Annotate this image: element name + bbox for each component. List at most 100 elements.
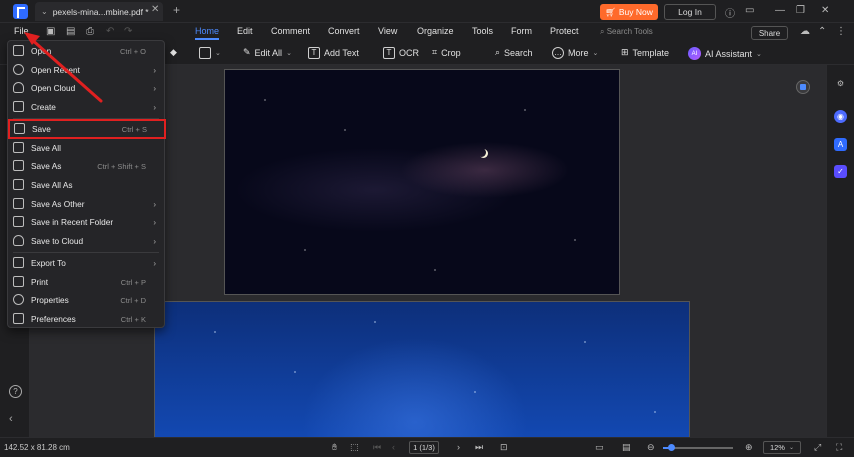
last-page-icon[interactable]: ⏭: [475, 442, 483, 453]
buy-now-button[interactable]: 🛒︎ Buy Now: [600, 4, 658, 20]
rectangle-icon: [199, 47, 211, 59]
search-button[interactable]: ⌕ Search: [495, 47, 533, 58]
add-text-label: Add Text: [324, 48, 359, 58]
file-menu-save-all-as[interactable]: Save All As: [8, 176, 164, 194]
add-text-button[interactable]: T Add Text: [308, 47, 359, 59]
folder-icon: [13, 216, 24, 227]
shape-tool[interactable]: ⌄: [199, 47, 221, 59]
fit-page-icon[interactable]: ⊡: [500, 442, 508, 453]
fullscreen-icon[interactable]: ⛶: [836, 442, 842, 453]
page-thumbnail-toggle-icon[interactable]: [796, 80, 810, 94]
file-menu-save-as-other[interactable]: Save As Other ›: [8, 195, 164, 213]
file-menu-export-to[interactable]: Export To ›: [8, 254, 164, 272]
page-display-icon[interactable]: ▤: [622, 442, 631, 453]
collapse-sidebar-icon[interactable]: ‹: [9, 413, 13, 425]
document-tab-title: pexels-mina...mbine.pdf *: [52, 6, 149, 17]
status-bar: 142.52 x 81.28 cm ✋︎ ⬚ ⏮ ‹ 1 (1/3) › ⏭ ⊡…: [0, 437, 854, 457]
menu-form[interactable]: Form: [511, 26, 532, 36]
close-window-icon[interactable]: ✕: [821, 5, 829, 16]
share-button[interactable]: Share: [751, 26, 788, 40]
file-menu-open-cloud[interactable]: Open Cloud ›: [8, 79, 164, 97]
page-layout-icon[interactable]: ▭: [595, 442, 604, 453]
menu-tools[interactable]: Tools: [472, 26, 493, 36]
file-menu-create[interactable]: Create ›: [8, 98, 164, 116]
crop-button[interactable]: ⌗ Crop: [432, 47, 461, 58]
more-options-icon[interactable]: ⋮: [836, 26, 846, 37]
select-tool-icon[interactable]: ⬚: [350, 442, 359, 453]
save-as-icon[interactable]: ▤: [66, 26, 75, 37]
print-icon[interactable]: ⎙: [86, 26, 94, 37]
more-label: More: [568, 48, 589, 58]
close-tab-icon[interactable]: ✕: [151, 4, 159, 15]
chat-icon[interactable]: ▭: [745, 5, 754, 16]
previous-page-icon[interactable]: ‹: [392, 442, 395, 452]
file-menu-print[interactable]: Print Ctrl + P: [8, 273, 164, 291]
help-icon[interactable]: ?: [9, 385, 22, 398]
chevron-right-icon: ›: [153, 102, 156, 112]
file-menu-properties-label: Properties: [31, 295, 69, 305]
settings-sliders-icon[interactable]: ⚙: [834, 77, 847, 90]
ocr-button[interactable]: T OCR: [383, 47, 419, 59]
file-menu-open[interactable]: Open Ctrl + O: [8, 42, 164, 60]
search-tools-input[interactable]: ⌕ Search Tools: [600, 27, 653, 37]
file-menu-save[interactable]: Save Ctrl + S: [8, 119, 166, 139]
menu-home[interactable]: Home: [195, 26, 220, 40]
zoom-slider[interactable]: [663, 444, 733, 451]
highlight-tool[interactable]: ◆: [170, 47, 177, 58]
edit-all-button[interactable]: ✎ Edit All ⌄: [243, 47, 292, 58]
menu-convert[interactable]: Convert: [328, 26, 360, 36]
cloud-icon: [13, 82, 24, 93]
translate-icon[interactable]: A: [834, 138, 847, 151]
login-button[interactable]: Log In: [664, 4, 716, 20]
page-number-input[interactable]: 1 (1/3): [409, 441, 439, 454]
restore-icon[interactable]: ❐: [796, 5, 805, 16]
file-menu-preferences[interactable]: Preferences Ctrl + K: [8, 310, 164, 328]
menu-protect[interactable]: Protect: [550, 26, 579, 36]
menu-edit[interactable]: Edit: [237, 26, 253, 36]
file-menu-save-to-cloud[interactable]: Save to Cloud ›: [8, 232, 164, 250]
file-menu-save-as[interactable]: Save As Ctrl + Shift + S: [8, 157, 164, 175]
file-menu-save-recent-folder[interactable]: Save in Recent Folder ›: [8, 213, 164, 231]
fit-width-icon[interactable]: ⤢: [814, 442, 821, 453]
expand-icon[interactable]: ⌃: [818, 26, 826, 37]
file-menu-properties[interactable]: Properties Ctrl + D: [8, 291, 164, 309]
zoom-out-icon[interactable]: ⊖: [647, 442, 655, 453]
next-page-icon[interactable]: ›: [457, 442, 460, 452]
menu-comment[interactable]: Comment: [271, 26, 310, 36]
minimize-icon[interactable]: —: [775, 5, 785, 16]
search-label: Search: [504, 47, 533, 58]
eraser-icon: ◆: [170, 47, 177, 57]
ocr-label: OCR: [399, 48, 419, 58]
template-button[interactable]: ⊞ Template: [621, 47, 669, 58]
ai-assistant-button[interactable]: AI AI Assistant ⌄: [688, 47, 762, 60]
new-tab-icon[interactable]: +: [173, 3, 180, 17]
cloud-upload-icon[interactable]: ☁: [800, 26, 810, 37]
undo-icon[interactable]: ↶: [106, 26, 114, 37]
menu-organize[interactable]: Organize: [417, 26, 454, 36]
zoom-slider-handle[interactable]: [668, 444, 676, 451]
search-tools-placeholder: Search Tools: [606, 27, 653, 36]
zoom-level-select[interactable]: 12% ⌄: [763, 441, 801, 454]
ai-chat-icon[interactable]: ◉: [834, 110, 847, 123]
file-menu-save-all[interactable]: Save All: [8, 139, 164, 157]
more-button[interactable]: … More ⌄: [552, 47, 598, 59]
ellipsis-icon: …: [552, 47, 564, 59]
first-page-icon[interactable]: ⏮: [373, 442, 381, 453]
redo-icon[interactable]: ↷: [124, 26, 132, 37]
file-menu-open-recent[interactable]: Open Recent ›: [8, 61, 164, 79]
ocr-icon: T: [383, 47, 395, 59]
menu-divider: [13, 252, 159, 253]
chevron-down-icon[interactable]: ⌄: [41, 7, 48, 16]
save-other-icon: [13, 198, 24, 209]
check-shield-icon[interactable]: ✓: [834, 165, 847, 178]
hand-tool-icon[interactable]: ✋︎: [332, 442, 337, 453]
help-circle-icon[interactable]: ⓘ: [725, 5, 735, 20]
title-bar: ⌄ pexels-mina...mbine.pdf * ✕ + 🛒︎ Buy N…: [0, 0, 854, 23]
menu-divider: [13, 118, 159, 119]
document-tab[interactable]: ⌄ pexels-mina...mbine.pdf *: [35, 2, 163, 21]
save-icon[interactable]: ▣: [46, 26, 55, 37]
menu-view[interactable]: View: [378, 26, 397, 36]
menu-file[interactable]: File: [14, 26, 29, 36]
zoom-in-icon[interactable]: ⊕: [745, 442, 753, 453]
pdf-page-2: [154, 301, 690, 437]
